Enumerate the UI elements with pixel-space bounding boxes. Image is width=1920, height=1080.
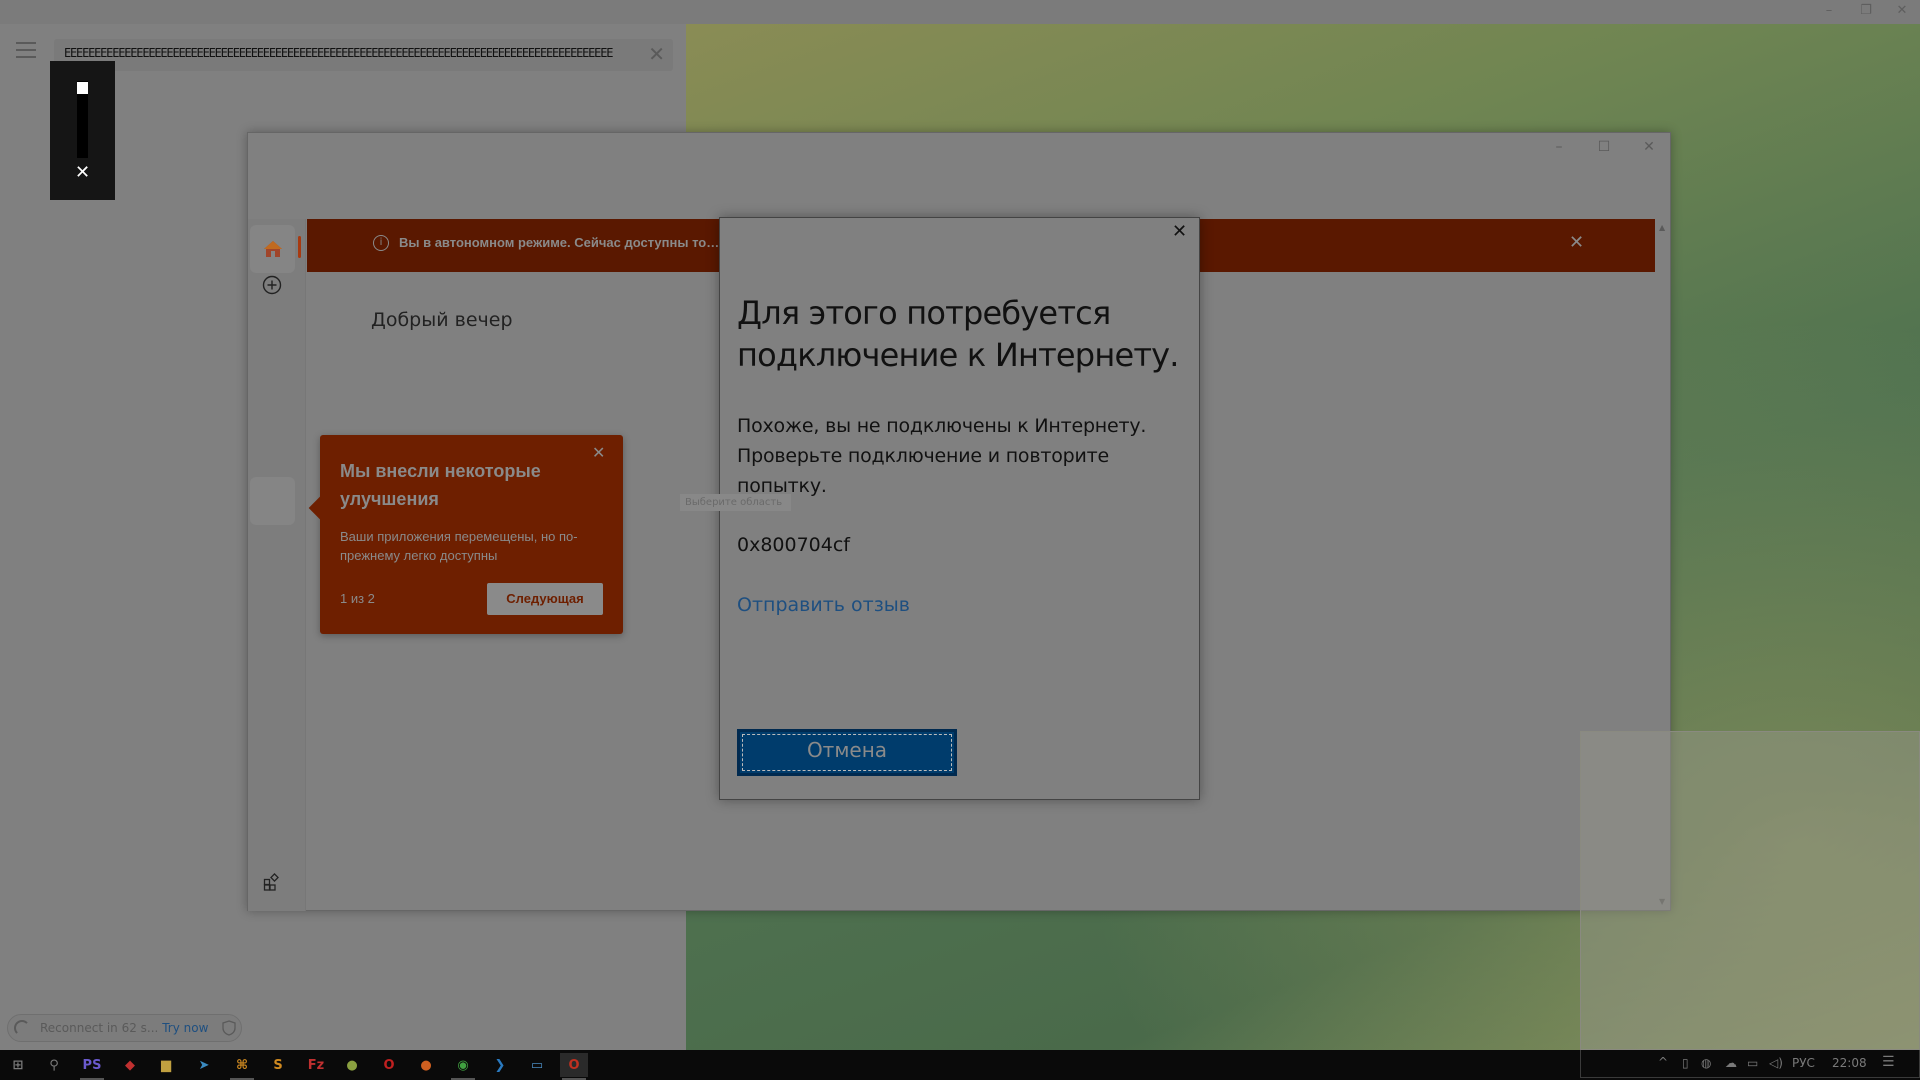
taskbar-app-network-icon[interactable]: ⌘ bbox=[228, 1053, 256, 1080]
taskbar-firefox-icon[interactable]: ● bbox=[412, 1053, 440, 1077]
dialog-message: Похоже, вы не подключены к Интернету. Пр… bbox=[737, 415, 1147, 497]
search-input[interactable]: EEEEEEEEEEEEEEEEEEEEEEEEEEEEEEEEEEEEEEEE… bbox=[54, 39, 673, 71]
language-indicator[interactable]: РУС bbox=[1792, 1056, 1815, 1070]
app-sidebar bbox=[248, 219, 306, 911]
error-code: 0x800704cf bbox=[737, 534, 850, 556]
sidebar-item-home[interactable] bbox=[250, 225, 295, 273]
reconnect-pill: Reconnect in 62 s... Try now bbox=[7, 1014, 242, 1042]
overlay-close-icon[interactable]: ✕ bbox=[50, 162, 115, 183]
taskbar-sublime-icon[interactable]: S bbox=[264, 1053, 292, 1077]
globe-icon[interactable]: ◍ bbox=[1701, 1056, 1711, 1070]
banner-close-icon[interactable]: ✕ bbox=[1569, 232, 1584, 253]
taskbar-file-explorer-icon[interactable]: ▆ bbox=[152, 1053, 180, 1077]
top-title-bar: – ❐ ✕ bbox=[0, 0, 1920, 24]
camera-icon[interactable]: ▯ bbox=[1682, 1056, 1689, 1070]
notifications-icon[interactable]: ☰ bbox=[1882, 1054, 1895, 1070]
selected-indicator bbox=[298, 236, 301, 258]
tooltip-body: Ваши приложения перемещены, но по-прежне… bbox=[340, 529, 578, 563]
taskbar-search-icon[interactable]: ⚲ bbox=[40, 1053, 68, 1077]
reconnect-countdown: Reconnect in 62 s... bbox=[40, 1021, 159, 1035]
taskbar-opera-icon[interactable]: O bbox=[375, 1053, 403, 1077]
window-minimize-button[interactable]: – bbox=[1547, 139, 1571, 155]
taskbar-phpstorm-icon[interactable]: PS bbox=[78, 1053, 106, 1080]
screen-region-overlay bbox=[1580, 731, 1920, 1050]
taskbar-office-icon[interactable]: O bbox=[560, 1053, 588, 1080]
clear-search-icon[interactable]: ✕ bbox=[648, 42, 665, 66]
search-input-value[interactable]: EEEEEEEEEEEEEEEEEEEEEEEEEEEEEEEEEEEEEEEE… bbox=[64, 46, 634, 60]
vertical-slider-thumb[interactable] bbox=[77, 82, 88, 94]
window-maximize-button[interactable]: ☐ bbox=[1592, 139, 1616, 155]
tray-chevron-icon[interactable]: ^ bbox=[1658, 1055, 1668, 1069]
taskbar-chrome-icon[interactable]: ◉ bbox=[449, 1053, 477, 1080]
apps-icon[interactable] bbox=[263, 873, 281, 891]
home-icon bbox=[264, 241, 282, 257]
taskbar-anydesk-icon[interactable]: ◆ bbox=[116, 1053, 144, 1077]
send-feedback-link[interactable]: Отправить отзыв bbox=[737, 594, 910, 616]
taskbar-vscode-icon[interactable]: ❯ bbox=[486, 1053, 514, 1077]
onedrive-icon[interactable]: ☁ bbox=[1725, 1056, 1737, 1070]
taskbar-app-window-icon[interactable]: ▭ bbox=[523, 1053, 551, 1077]
no-internet-dialog: ✕ Для этого потребуется подключение к Ин… bbox=[719, 217, 1200, 800]
battery-icon[interactable]: ▭ bbox=[1747, 1056, 1758, 1070]
tooltip-title: Мы внесли некоторые улучшения bbox=[340, 461, 541, 509]
tooltip-counter: 1 из 2 bbox=[340, 591, 375, 606]
tooltip-next-button[interactable]: Следующая bbox=[487, 583, 603, 615]
loading-spinner-icon bbox=[14, 1020, 30, 1036]
taskbar-filezilla-icon[interactable]: Fz bbox=[302, 1053, 330, 1077]
sidebar-item-placeholder[interactable] bbox=[250, 477, 295, 525]
greeting-heading: Добрый вечер bbox=[371, 309, 513, 331]
taskbar-start-icon[interactable]: ⊞ bbox=[4, 1053, 32, 1077]
sidebar-item-create-icon[interactable] bbox=[262, 275, 282, 295]
taskbar-rainbow-app-icon[interactable]: ● bbox=[338, 1053, 366, 1077]
dialog-close-icon[interactable]: ✕ bbox=[1172, 221, 1187, 242]
taskbar-telegram-icon[interactable]: ➤ bbox=[190, 1053, 218, 1077]
whats-new-tooltip: Мы внесли некоторые улучшения ✕ Ваши при… bbox=[308, 435, 623, 634]
system-tray: ^ ▯ ◍ ☁ ▭ ◁) РУС 22:08 ☰ bbox=[1580, 1050, 1920, 1078]
volume-icon[interactable]: ◁) bbox=[1769, 1056, 1783, 1070]
reconnect-status: Reconnect in 62 s... Try now bbox=[40, 1021, 208, 1035]
select-area-hint: Выберите область bbox=[680, 494, 791, 511]
clock[interactable]: 22:08 bbox=[1832, 1056, 1867, 1070]
info-icon: i bbox=[373, 235, 389, 251]
restore-button[interactable]: ❐ bbox=[1856, 3, 1876, 18]
minimize-button[interactable]: – bbox=[1819, 3, 1839, 18]
tooltip-close-icon[interactable]: ✕ bbox=[592, 443, 605, 462]
window-close-button[interactable]: ✕ bbox=[1637, 139, 1661, 155]
scroll-up-arrow[interactable]: ▲ bbox=[1659, 223, 1665, 232]
hamburger-menu-icon[interactable] bbox=[16, 42, 36, 58]
shield-icon[interactable] bbox=[222, 1020, 236, 1036]
overlay-panel: ✕ bbox=[50, 61, 115, 200]
try-now-link[interactable]: Try now bbox=[162, 1021, 208, 1035]
close-button[interactable]: ✕ bbox=[1892, 3, 1912, 18]
dialog-title: Для этого потребуется подключение к Инте… bbox=[737, 294, 1179, 374]
cancel-button[interactable]: Отмена bbox=[737, 729, 957, 776]
